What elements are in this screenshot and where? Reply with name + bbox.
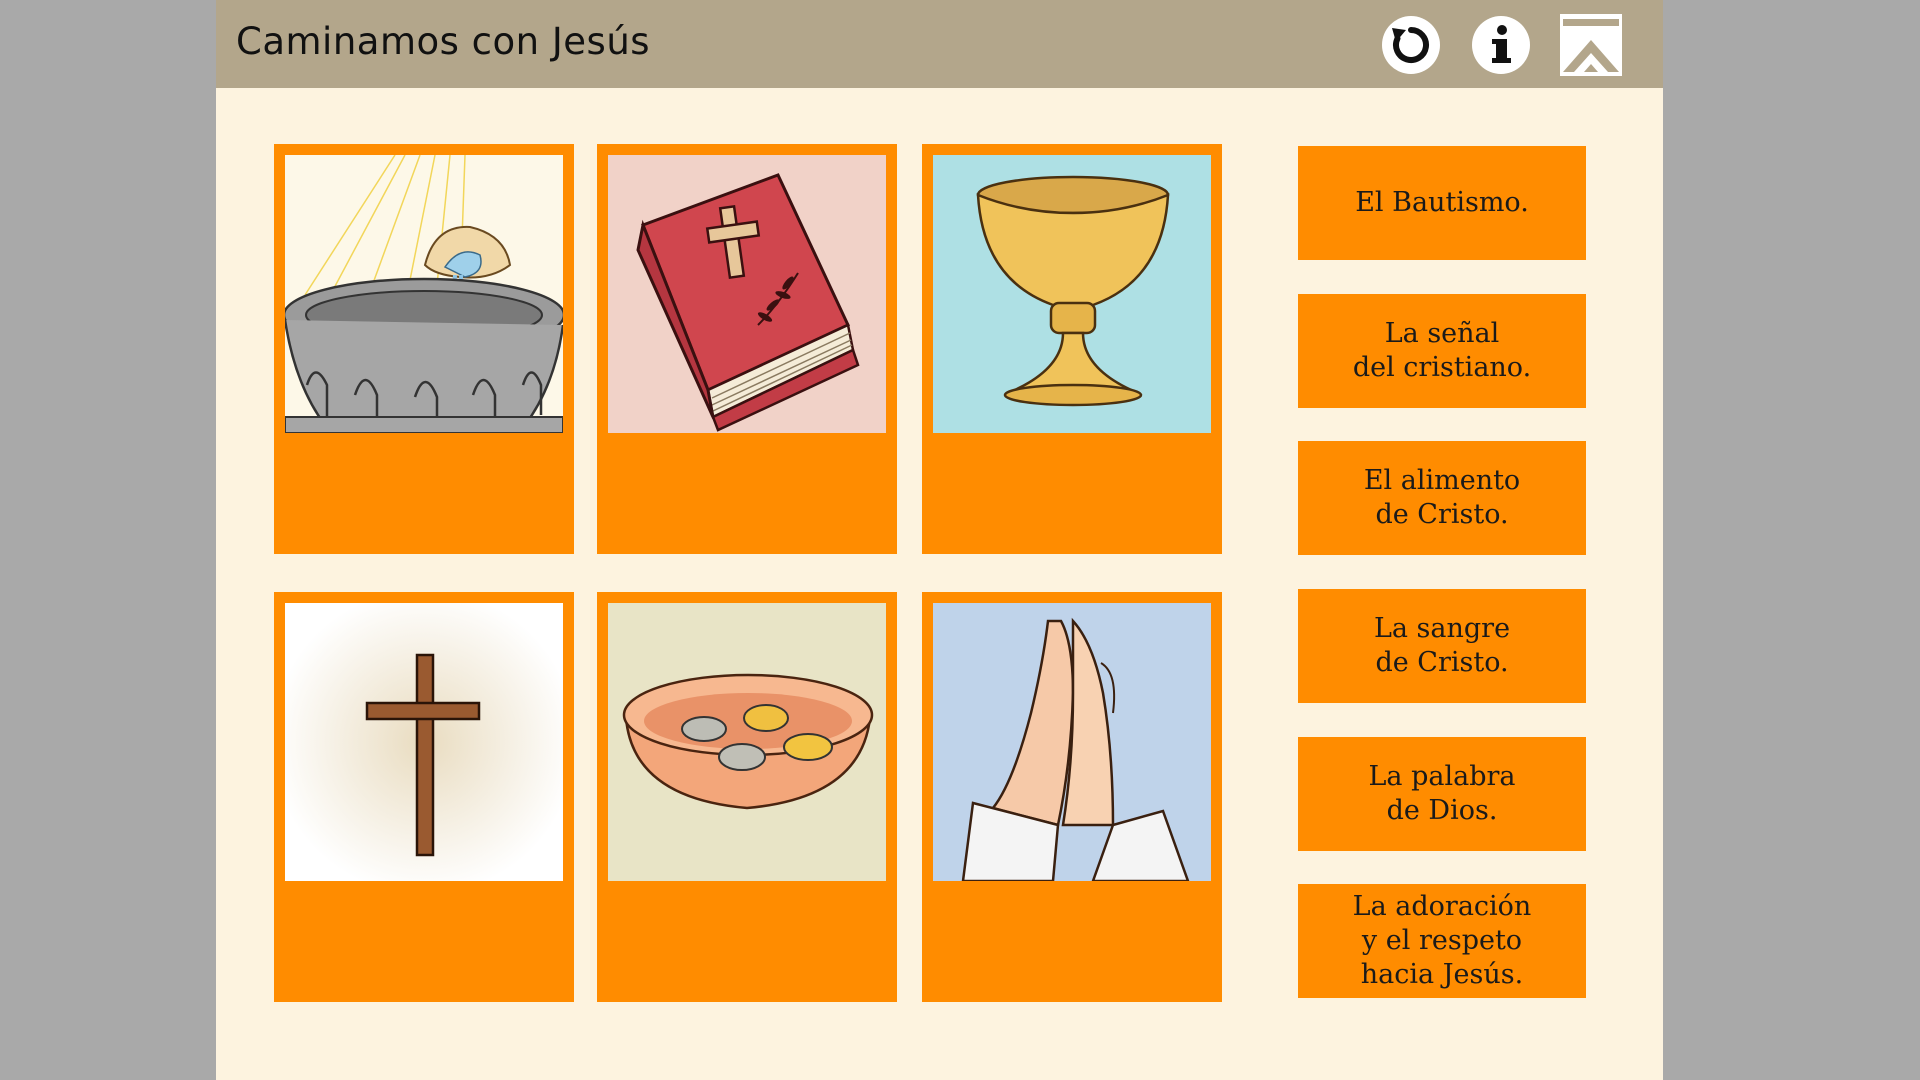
title-bar: Caminamos con Jesús — [216, 0, 1663, 88]
baptismal-font-image — [285, 155, 563, 433]
card-offering-bowl — [597, 592, 897, 1002]
card-drop-zone[interactable] — [922, 881, 1222, 1002]
cross-image — [285, 603, 563, 881]
restart-button[interactable] — [1380, 14, 1442, 76]
card-drop-zone[interactable] — [274, 433, 574, 554]
offering-bowl-image — [608, 603, 886, 881]
card-baptismal-font — [274, 144, 574, 554]
card-cross — [274, 592, 574, 1002]
label-el-alimento-de-cristo[interactable]: El alimento de Cristo. — [1298, 441, 1586, 555]
card-bible — [597, 144, 897, 554]
info-icon — [1472, 16, 1530, 74]
card-praying-hands — [922, 592, 1222, 1002]
home-icon — [1560, 14, 1622, 76]
label-la-adoracion[interactable]: La adoración y el respeto hacia Jesús. — [1298, 884, 1586, 998]
page-title: Caminamos con Jesús — [236, 20, 651, 63]
restart-icon — [1382, 16, 1440, 74]
chalice-image — [933, 155, 1211, 433]
app-window: Caminamos con Jesús El Bautismo. La seña… — [216, 0, 1663, 1080]
info-button[interactable] — [1470, 14, 1532, 76]
praying-hands-image — [933, 603, 1211, 881]
bible-image — [608, 155, 886, 433]
home-button[interactable] — [1560, 14, 1622, 76]
label-el-bautismo[interactable]: El Bautismo. — [1298, 146, 1586, 260]
card-chalice — [922, 144, 1222, 554]
card-drop-zone[interactable] — [597, 433, 897, 554]
label-la-palabra-de-dios[interactable]: La palabra de Dios. — [1298, 737, 1586, 851]
label-la-sangre-de-cristo[interactable]: La sangre de Cristo. — [1298, 589, 1586, 703]
card-drop-zone[interactable] — [597, 881, 897, 1002]
card-drop-zone[interactable] — [274, 881, 574, 1002]
label-la-senal-del-cristiano[interactable]: La señal del cristiano. — [1298, 294, 1586, 408]
card-drop-zone[interactable] — [922, 433, 1222, 554]
